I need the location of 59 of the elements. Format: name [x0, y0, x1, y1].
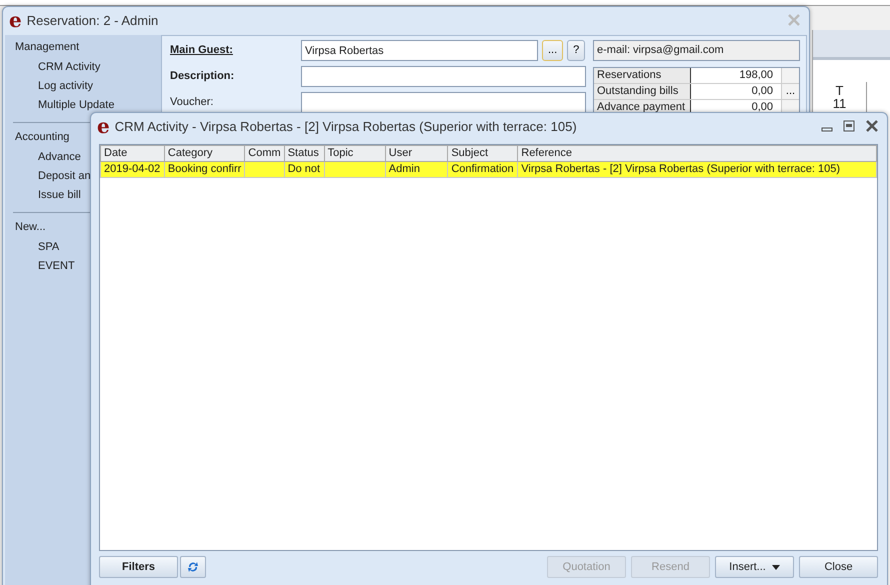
input-field[interactable] [301, 92, 586, 113]
field-label: Main Guest: [170, 44, 234, 57]
caret-icon [772, 564, 780, 570]
action-button: Resend [631, 556, 710, 578]
input-field[interactable] [301, 66, 586, 87]
sidebar-item[interactable]: Log activity [38, 80, 94, 99]
column-header[interactable]: User [385, 146, 448, 162]
sidebar-item[interactable]: Issue bill [38, 189, 81, 208]
table-cell: Confirmation [448, 162, 518, 178]
help-button[interactable]: ? [567, 40, 586, 61]
action-button[interactable]: Close [799, 556, 878, 578]
action-button: Quotation [547, 556, 626, 578]
sidebar-item[interactable]: Multiple Update [38, 99, 114, 118]
summary-label: Outstanding bills [594, 84, 691, 99]
sidebar-item[interactable]: Deposit an [38, 170, 91, 189]
column-header[interactable]: Status [284, 146, 324, 162]
summary-value: 0,00 [750, 84, 774, 99]
table-cell: Admin [385, 162, 448, 178]
input-field[interactable]: Virpsa Robertas [301, 40, 538, 61]
table-cell: Virpsa Robertas - [2] Virpsa Robertas (Superior with terrace: 105) [518, 162, 876, 178]
sidebar-item[interactable]: SPA [38, 241, 60, 260]
action-button[interactable]: Insert... [715, 556, 794, 578]
calendar-day: T [813, 84, 866, 97]
maximize-icon[interactable] [843, 120, 855, 132]
table-cell: 2019-04-02 [100, 162, 164, 178]
summary-value: 0,00 [750, 100, 774, 115]
table-cell [324, 162, 386, 178]
field-label: Description: [170, 70, 236, 83]
column-header[interactable]: Reference [518, 146, 876, 162]
table-cell: Do not [284, 162, 324, 178]
details-button[interactable]: ... [781, 84, 799, 99]
summary-label: Reservations [594, 68, 691, 83]
summary-value: 198,00 [738, 68, 774, 83]
column-header[interactable]: Subject [448, 146, 518, 162]
sidebar-heading: Management [14, 41, 80, 55]
window-title: Reservation: 2 - Admin [26, 14, 158, 26]
sidebar-item[interactable]: CRM Activity [38, 61, 100, 80]
sidebar-item[interactable]: EVENT [38, 260, 75, 279]
column-header[interactable]: Topic [324, 146, 386, 162]
table-row[interactable]: 2019-04-02 Booking confirr Do not Admin Confirmation Virpsa Robertas - [2] Virpsa Robertas (Superior with terrace: 105) [100, 162, 876, 178]
email-field: e-mail: virpsa@gmail.com [593, 40, 800, 61]
column-header[interactable]: Date [100, 146, 164, 162]
app-logo: e [97, 117, 110, 135]
table-cell: Booking confirr [164, 162, 245, 178]
close-icon[interactable] [865, 120, 879, 132]
sidebar-item[interactable]: Advance [38, 151, 81, 170]
refresh-icon [187, 561, 199, 573]
column-header[interactable]: Comm [244, 146, 284, 162]
filters-button[interactable]: Filters [99, 556, 178, 578]
app-logo: e [9, 11, 22, 29]
table-cell [244, 162, 284, 178]
sidebar-heading: Accounting [14, 131, 70, 145]
browse-button[interactable]: ... [542, 40, 564, 61]
calendar-date: 11 [832, 97, 848, 110]
window-title: CRM Activity - Virpsa Robertas - [2] Virpsa Robertas (Superior with terrace: 105) [114, 120, 577, 132]
field-label: Voucher: [170, 96, 214, 109]
refresh-button[interactable] [180, 556, 206, 578]
column-header[interactable]: Category [164, 146, 245, 162]
sidebar-heading: New... [14, 221, 47, 235]
